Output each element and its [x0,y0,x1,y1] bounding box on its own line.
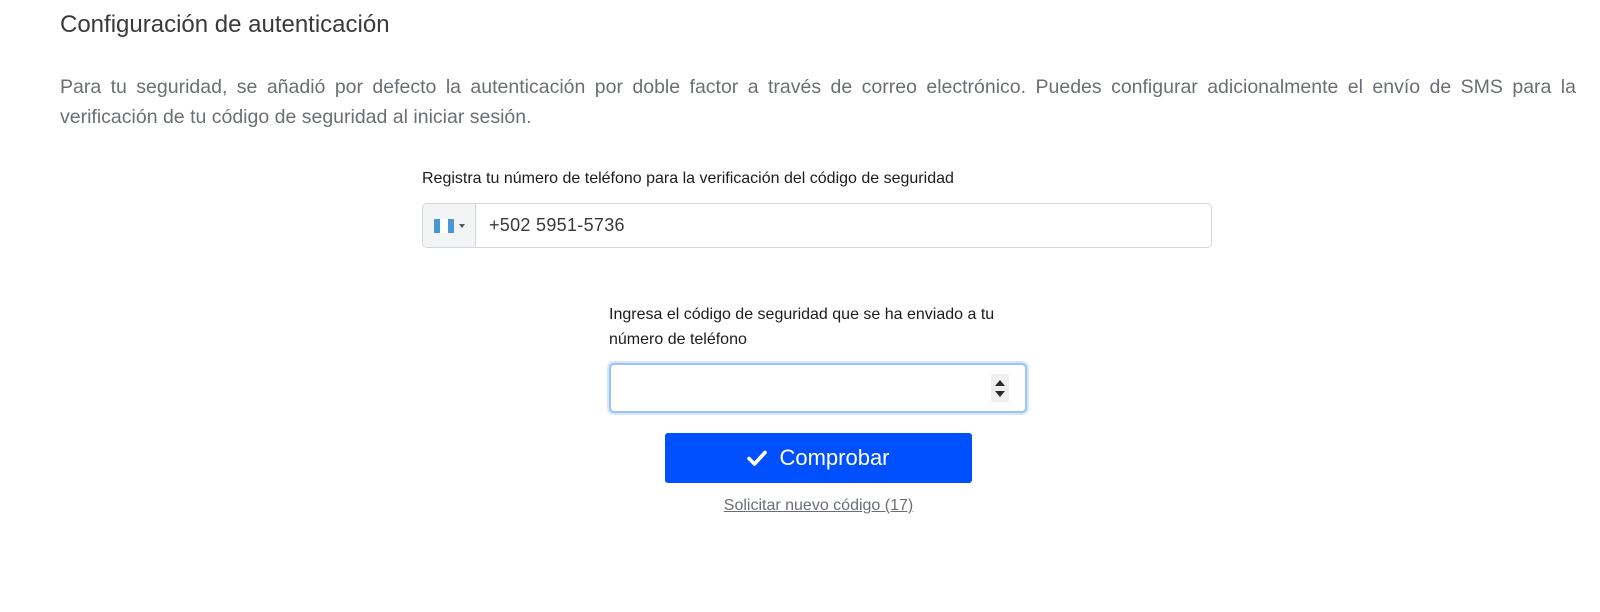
check-button-label: Comprobar [779,445,890,470]
checkmark-icon [747,450,768,466]
country-code-select[interactable] [423,204,476,247]
check-button[interactable]: Comprobar [665,433,972,483]
flag-guatemala-icon [433,218,454,233]
spinner-up-icon[interactable] [995,379,1005,386]
phone-field-label: Registra tu número de teléfono para la v… [422,170,954,187]
chevron-down-icon [458,223,465,228]
auth-settings-page: Configuración de autenticación Para tu s… [0,0,1600,612]
phone-number-input[interactable]: +502 5951-5736 [476,215,625,236]
security-code-input[interactable] [609,363,1027,413]
security-code-label: Ingresa el código de seguridad que se ha… [609,306,995,348]
spinner-down-icon[interactable] [995,390,1005,397]
section-description: Para tu seguridad, se añadió por defecto… [60,76,1576,128]
phone-input-group: +502 5951-5736 [422,203,1212,248]
page-title: Configuración de autenticación [60,11,390,38]
resend-code-link[interactable]: Solicitar nuevo código (17) [0,497,1600,515]
number-spinner[interactable] [991,374,1009,402]
